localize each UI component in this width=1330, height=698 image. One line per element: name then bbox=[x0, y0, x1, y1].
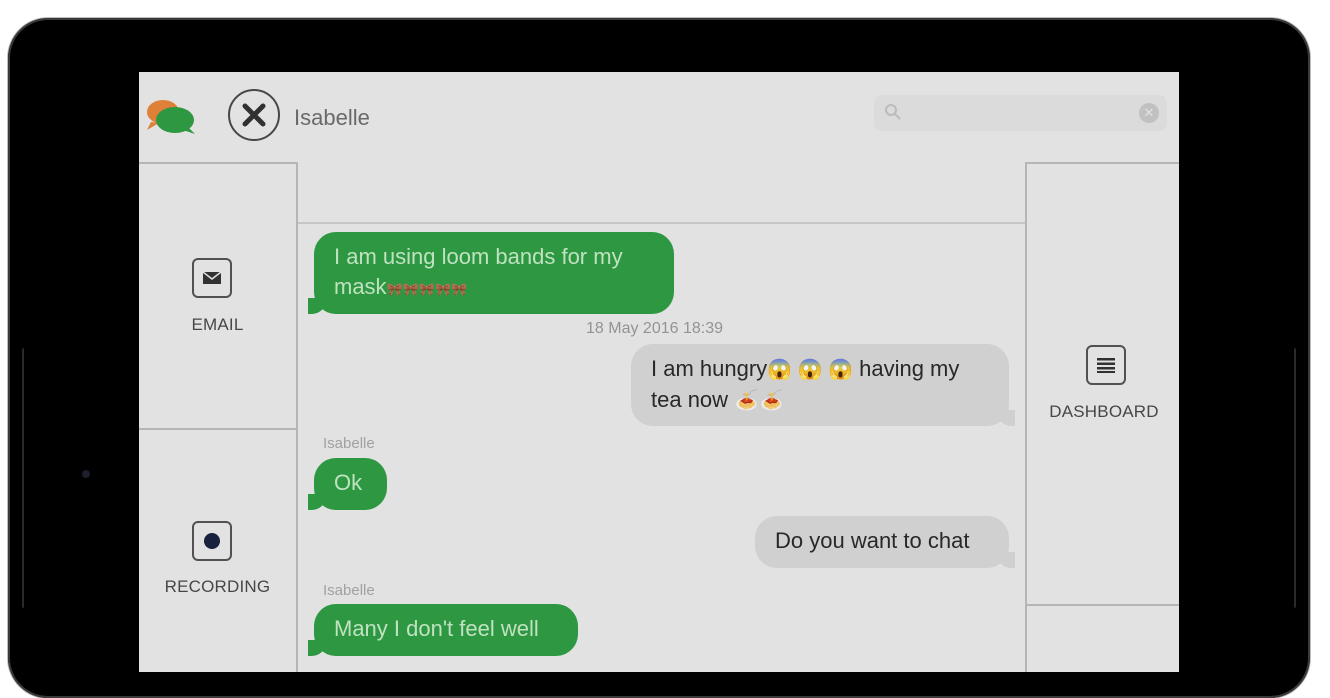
message-bubble-incoming[interactable]: Ok bbox=[308, 458, 387, 510]
message-text: I am using loom bands for my bbox=[334, 244, 623, 269]
message-text: I am hungry bbox=[651, 356, 768, 381]
emoji-spaghetti: 🍝🍝 bbox=[734, 390, 784, 412]
sender-name: Isabelle bbox=[323, 582, 375, 599]
message-bubble-incoming[interactable]: I am using loom bands for my mask🎀🎀🎀🎀🎀 bbox=[308, 232, 674, 314]
contact-name: Isabelle bbox=[294, 105, 370, 130]
right-panel: DASHBOARD bbox=[1025, 162, 1179, 672]
dashboard-tile[interactable]: DASHBOARD bbox=[1027, 164, 1179, 606]
search-field[interactable]: ✕ bbox=[874, 95, 1167, 131]
side-button-right bbox=[1288, 348, 1296, 608]
message-bubble-outgoing[interactable]: I am hungry😱 😱 😱 having my tea now 🍝🍝 bbox=[631, 344, 1015, 426]
left-panel: EMAIL RECORDING bbox=[139, 162, 298, 672]
chat-logo-icon bbox=[147, 100, 195, 134]
app-screen: Isabelle ✕ EMAIL RECORDING DASHBOARD I a… bbox=[139, 72, 1179, 672]
recording-tile[interactable]: RECORDING bbox=[139, 430, 296, 672]
emoji-scream: 😱 😱 😱 bbox=[767, 359, 853, 381]
front-camera bbox=[82, 470, 90, 478]
message-text: Many I don't feel well bbox=[334, 616, 539, 641]
chat-header bbox=[298, 162, 1025, 224]
clear-search-icon[interactable]: ✕ bbox=[1139, 103, 1159, 123]
dashboard-icon bbox=[1086, 345, 1126, 385]
emoji-row: 🎀🎀🎀🎀🎀 bbox=[386, 282, 468, 297]
dashboard-label: DASHBOARD bbox=[1049, 402, 1159, 421]
email-tile[interactable]: EMAIL bbox=[139, 164, 296, 430]
email-label: EMAIL bbox=[191, 315, 244, 334]
side-button-left bbox=[22, 348, 30, 608]
search-icon bbox=[885, 104, 901, 120]
message-bubble-outgoing[interactable]: Do you want to chat bbox=[755, 516, 1015, 568]
message-text: tea now bbox=[651, 387, 735, 412]
recording-label: RECORDING bbox=[164, 577, 271, 596]
sender-name: Isabelle bbox=[323, 435, 375, 452]
email-icon bbox=[192, 258, 232, 298]
message-text: Ok bbox=[334, 470, 363, 495]
message-text: Do you want to chat bbox=[775, 528, 970, 553]
message-bubble-incoming[interactable]: Many I don't feel well bbox=[308, 604, 578, 656]
top-bar: Isabelle ✕ bbox=[139, 72, 1179, 162]
message-timestamp: 18 May 2016 18:39 bbox=[586, 320, 723, 337]
close-icon bbox=[242, 103, 266, 127]
record-icon bbox=[192, 521, 232, 561]
message-text: mask bbox=[334, 274, 387, 299]
search-input[interactable] bbox=[908, 101, 1132, 127]
message-text: having my bbox=[853, 356, 960, 381]
close-conversation-button[interactable] bbox=[228, 89, 280, 141]
